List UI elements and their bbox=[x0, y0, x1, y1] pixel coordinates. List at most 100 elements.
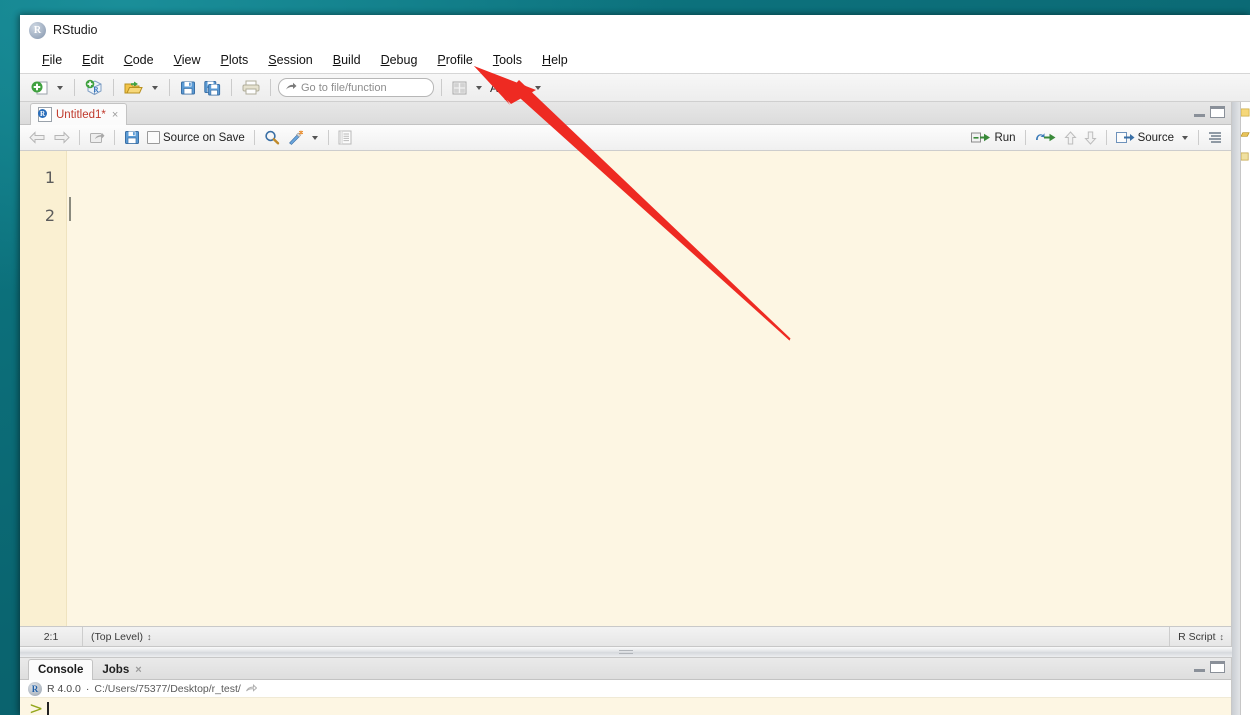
menu-rest-session: ession bbox=[276, 52, 313, 67]
menu-item-profile[interactable]: Profile bbox=[427, 50, 482, 70]
toolbar-separator-1 bbox=[74, 79, 75, 96]
goto-file-placeholder-text: Go to file/function bbox=[301, 81, 387, 94]
goto-file-function-input[interactable]: Go to file/function bbox=[278, 78, 434, 97]
cursor-position-indicator[interactable]: 2:1 bbox=[20, 627, 83, 646]
back-button[interactable] bbox=[26, 128, 49, 147]
open-file-dropdown-caret[interactable] bbox=[152, 85, 158, 90]
find-replace-button[interactable] bbox=[261, 128, 283, 147]
source-maximize-icon[interactable] bbox=[1210, 106, 1225, 118]
new-project-button[interactable]: R bbox=[82, 77, 106, 99]
panes-layout-dropdown-caret[interactable] bbox=[476, 85, 482, 90]
source-dropdown-caret[interactable] bbox=[1182, 135, 1188, 140]
tab-jobs[interactable]: Jobs × bbox=[93, 660, 150, 680]
rerun-button[interactable] bbox=[1032, 128, 1060, 147]
menu-rest-file: ile bbox=[49, 52, 63, 67]
source-tab-close-icon[interactable]: × bbox=[112, 109, 118, 121]
menu-rest-build: uild bbox=[341, 52, 361, 67]
open-directory-icon[interactable] bbox=[245, 683, 257, 694]
rstudio-main-window: R RStudio File Edit Code View Plots Sess… bbox=[20, 15, 1250, 715]
toolbar-separator-2 bbox=[113, 79, 114, 96]
console-tabbar: Console Jobs × bbox=[20, 658, 1231, 680]
toolbar-separator-4 bbox=[231, 79, 232, 96]
source-up-button[interactable] bbox=[1061, 128, 1080, 147]
console-text-caret bbox=[47, 702, 49, 715]
menu-mnemonic-help: H bbox=[542, 52, 552, 67]
environment-pane-sliver[interactable] bbox=[1240, 102, 1250, 715]
console-input-line[interactable]: > bbox=[20, 698, 1231, 715]
menu-item-session[interactable]: Session bbox=[258, 50, 322, 70]
menu-item-code[interactable]: Code bbox=[114, 50, 164, 70]
source-button[interactable]: Source bbox=[1113, 128, 1177, 147]
source-on-save-checkbox[interactable]: Source on Save bbox=[144, 128, 248, 147]
code-tools-button[interactable] bbox=[284, 128, 307, 147]
source-tab-untitled1[interactable]: R Untitled1* × bbox=[30, 103, 128, 125]
console-minimize-icon[interactable] bbox=[1194, 662, 1205, 672]
menu-mnemonic-edit: E bbox=[82, 52, 91, 67]
menu-rest-code: ode bbox=[132, 52, 154, 67]
console-header-separator: · bbox=[85, 682, 90, 695]
editor-toolbar-separator-4 bbox=[327, 130, 329, 145]
source-down-button[interactable] bbox=[1081, 128, 1100, 147]
save-all-button[interactable] bbox=[201, 77, 224, 99]
r-version-label: R 4.0.0 bbox=[47, 682, 81, 695]
addins-button[interactable]: Addins bbox=[488, 81, 529, 95]
menu-mnemonic-profile: P bbox=[437, 52, 446, 67]
pane-splitter[interactable] bbox=[20, 646, 1232, 658]
tab-jobs-close-icon[interactable]: × bbox=[135, 664, 141, 676]
menu-mnemonic-debug: D bbox=[380, 52, 390, 67]
save-button[interactable] bbox=[177, 77, 199, 99]
new-file-button[interactable] bbox=[28, 77, 51, 99]
menu-rest-plots: lots bbox=[228, 52, 249, 67]
environment-sliver-icon-2 bbox=[1241, 132, 1250, 137]
source-minimize-icon[interactable] bbox=[1194, 107, 1205, 117]
menu-item-build[interactable]: Build bbox=[323, 50, 371, 70]
r-script-icon-letter: R bbox=[40, 110, 46, 118]
addins-dropdown-caret[interactable] bbox=[534, 85, 541, 90]
compile-report-button[interactable] bbox=[335, 128, 355, 147]
menu-item-help[interactable]: Help bbox=[532, 50, 578, 70]
editor-gutter: 1 2 bbox=[20, 151, 67, 626]
menu-rest-tools: ools bbox=[499, 52, 523, 67]
code-tools-dropdown-caret[interactable] bbox=[311, 135, 318, 140]
file-type-selector[interactable]: R Script ↕ bbox=[1169, 627, 1231, 646]
console-maximize-icon[interactable] bbox=[1210, 661, 1225, 673]
scope-label: (Top Level) bbox=[91, 630, 143, 643]
source-on-save-label: Source on Save bbox=[163, 131, 245, 144]
splitter-grip-icon bbox=[619, 649, 633, 656]
editor-toolbar-separator-7 bbox=[1198, 130, 1199, 145]
new-file-dropdown-caret[interactable] bbox=[57, 85, 63, 90]
menu-item-view[interactable]: View bbox=[164, 50, 211, 70]
editor-toolbar-separator-3 bbox=[253, 130, 255, 145]
source-editor[interactable]: 1 2 bbox=[20, 151, 1231, 626]
tab-jobs-label: Jobs bbox=[102, 664, 130, 676]
panes-layout-button[interactable] bbox=[449, 77, 470, 99]
tab-console[interactable]: Console bbox=[28, 659, 94, 680]
editor-code-area[interactable] bbox=[67, 151, 1231, 626]
document-outline-button[interactable] bbox=[1205, 128, 1225, 147]
menu-item-file[interactable]: File bbox=[32, 50, 72, 70]
menu-item-debug[interactable]: Debug bbox=[371, 50, 428, 70]
editor-toolbar-separator-1 bbox=[79, 130, 80, 145]
forward-button[interactable] bbox=[50, 128, 73, 147]
scope-selector[interactable]: (Top Level) ↕ bbox=[83, 627, 158, 646]
line-number-1: 1 bbox=[44, 168, 55, 187]
toolbar-separator-5 bbox=[270, 79, 271, 96]
source-tab-label: Untitled1* bbox=[56, 108, 106, 121]
menu-rest-debug: ebug bbox=[389, 52, 418, 67]
source-on-save-checkbox-box[interactable] bbox=[147, 131, 160, 144]
left-column: R Untitled1* × Source on Save Run Source… bbox=[20, 102, 1232, 715]
menu-item-plots[interactable]: Plots bbox=[210, 50, 258, 70]
menu-mnemonic-session: S bbox=[268, 52, 277, 67]
open-file-button[interactable] bbox=[121, 77, 146, 99]
menu-item-tools[interactable]: Tools bbox=[483, 50, 532, 70]
working-directory-label[interactable]: C:/Users/75377/Desktop/r_test/ bbox=[94, 683, 240, 695]
right-pane-edge bbox=[1232, 102, 1250, 715]
run-button[interactable]: Run bbox=[968, 128, 1018, 147]
console-body[interactable]: R R 4.0.0 · C:/Users/75377/Desktop/r_tes… bbox=[20, 680, 1231, 715]
source-pane-window-buttons bbox=[1194, 106, 1225, 118]
print-button[interactable] bbox=[239, 77, 263, 99]
panes-container: R Untitled1* × Source on Save Run Source… bbox=[20, 102, 1250, 715]
editor-save-button[interactable] bbox=[121, 128, 143, 147]
menu-item-edit[interactable]: Edit bbox=[72, 50, 114, 70]
show-in-new-window-button[interactable] bbox=[86, 128, 108, 147]
